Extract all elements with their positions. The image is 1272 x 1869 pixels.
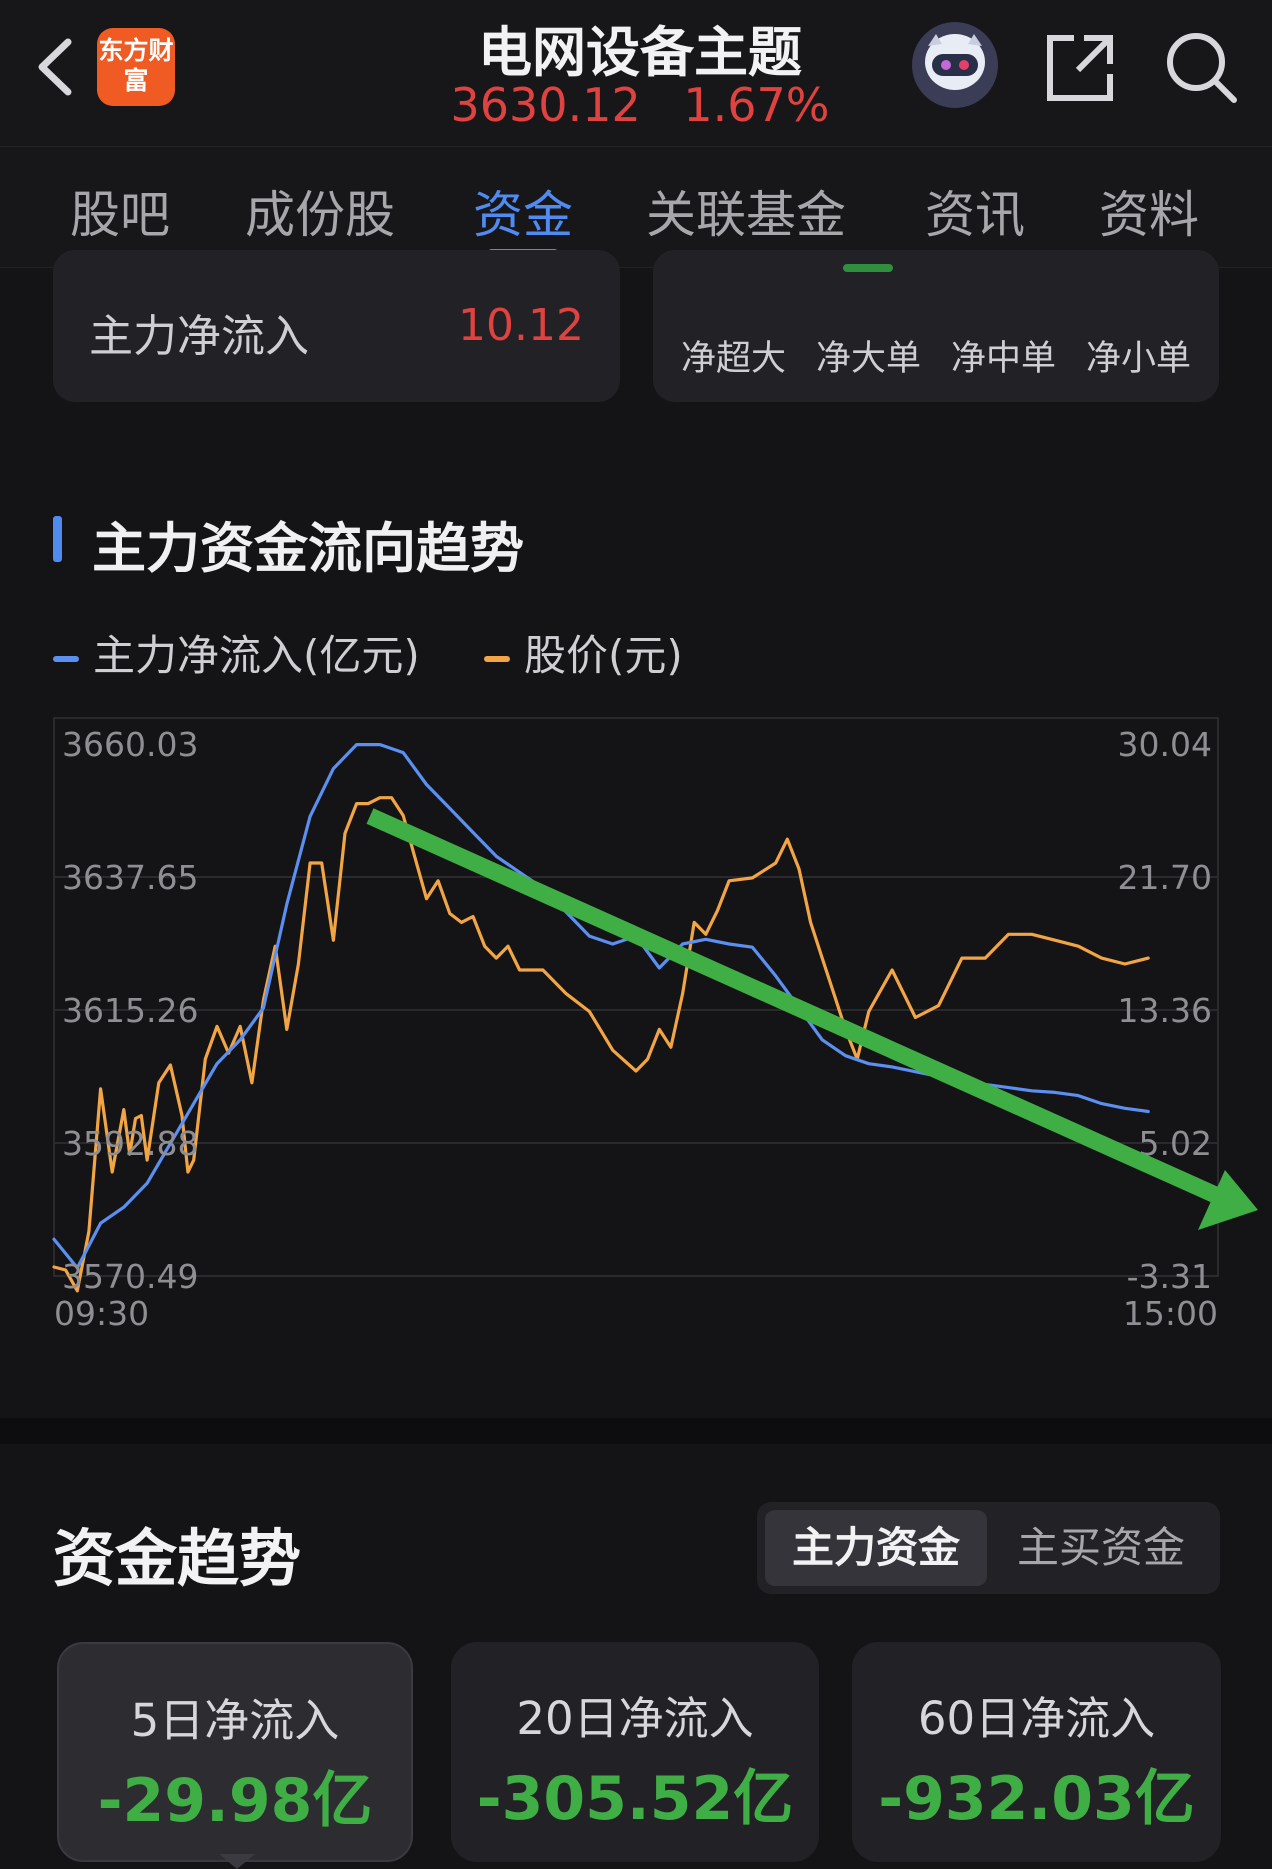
trend-section-title: 主力资金流向趋势 (92, 517, 524, 580)
search-icon[interactable] (1162, 28, 1242, 108)
tab-capital[interactable]: 资金 (473, 175, 573, 247)
top-bar: 东方财富 电网设备主题 3630.12 1.67% (0, 0, 1272, 146)
fund-trend-title: 资金趋势 (53, 1522, 302, 1595)
selected-caret (219, 1854, 255, 1869)
index-change-pct: 1.67% (683, 78, 830, 132)
chart-lines (52, 742, 1150, 1293)
tab-related-funds[interactable]: 关联基金 (646, 175, 846, 247)
left-axis-tick: 3592.88 (62, 1124, 198, 1163)
main-inflow-label: 主力净流入 (89, 311, 309, 362)
plot-frame (53, 717, 1219, 1277)
right-axis-tick: -3.31 (1127, 1257, 1212, 1296)
stat-20d-value: -305.52亿 (476, 1764, 794, 1834)
chart-axis-labels: 3660.03 30.04 3637.65 21.70 3615.26 13.36 3592… (54, 725, 1218, 1333)
toggle-main-capital[interactable]: 主力资金 (765, 1510, 987, 1586)
stat-5d-value: -29.98亿 (97, 1766, 373, 1836)
stat-20d-card[interactable]: 20日净流入 -305.52亿 (451, 1642, 819, 1862)
ai-assistant-icon[interactable] (910, 20, 1000, 110)
bar-fragment (843, 264, 893, 272)
stat-60d-value: -932.03亿 (878, 1764, 1195, 1834)
right-axis-tick: 30.04 (1118, 725, 1212, 764)
stat-5d-card[interactable]: 5日净流入 -29.98亿 (57, 1642, 413, 1862)
right-axis-tick: 13.36 (1118, 991, 1212, 1030)
tab-news[interactable]: 资讯 (925, 175, 1025, 247)
left-axis-tick: 3615.26 (62, 991, 198, 1030)
legend-price-label: 股价(元) (524, 631, 683, 680)
legend-medium: 净中单 (951, 339, 1057, 379)
legend-price-swatch (484, 655, 510, 662)
legend-large: 净大单 (816, 339, 922, 379)
stat-20d-label: 20日净流入 (516, 1692, 754, 1745)
x-axis-start-label: 09:30 (54, 1294, 149, 1333)
chart-grid (53, 717, 1219, 1277)
main-inflow-card: 主力净流入 10.12 (53, 250, 620, 402)
legend-price: 股价(元) (484, 622, 683, 683)
legend-inflow: 主力净流入(亿元) (53, 622, 420, 683)
main-inflow-value: 10.12 (458, 300, 584, 351)
app-logo[interactable]: 东方财富 (97, 28, 175, 106)
stat-5d-label: 5日净流入 (130, 1694, 340, 1747)
section-divider (0, 1418, 1272, 1444)
tab-profile[interactable]: 资料 (1099, 175, 1199, 247)
back-arrow-icon[interactable] (28, 34, 88, 100)
page-title: 电网设备主题 (478, 21, 802, 84)
legend-super-large: 净超大 (681, 339, 787, 379)
legend-inflow-swatch (53, 655, 79, 662)
left-axis-tick: 3660.03 (62, 725, 198, 764)
fund-type-toggle: 主力资金 主买资金 (757, 1502, 1220, 1594)
order-type-card: 净超大 净大单 净中单 净小单 (653, 250, 1219, 402)
toggle-main-buy-capital[interactable]: 主买资金 (990, 1510, 1212, 1586)
legend-inflow-label: 主力净流入(亿元) (93, 631, 420, 680)
tab-constituents[interactable]: 成份股 (245, 175, 395, 247)
legend-small: 净小单 (1086, 339, 1192, 379)
left-axis-tick: 3637.65 (62, 858, 198, 897)
tab-guba[interactable]: 股吧 (70, 175, 170, 247)
price-series-line (52, 796, 1150, 1293)
right-axis-tick: 21.70 (1118, 858, 1212, 897)
inflow-series-line (52, 742, 1150, 1270)
stat-60d-label: 60日净流入 (917, 1692, 1156, 1745)
share-icon[interactable] (1040, 28, 1120, 108)
x-axis-end-label: 15:00 (1123, 1294, 1218, 1333)
left-axis-tick: 3570.49 (62, 1257, 198, 1296)
index-price: 3630.12 (450, 78, 641, 132)
index-quote: 3630.12 1.67% (400, 78, 880, 132)
stat-60d-card[interactable]: 60日净流入 -932.03亿 (852, 1642, 1221, 1862)
capital-flow-chart[interactable]: 3660.03 30.04 3637.65 21.70 3615.26 13.36 3592… (0, 700, 1272, 1340)
section-accent-bar (53, 516, 62, 562)
